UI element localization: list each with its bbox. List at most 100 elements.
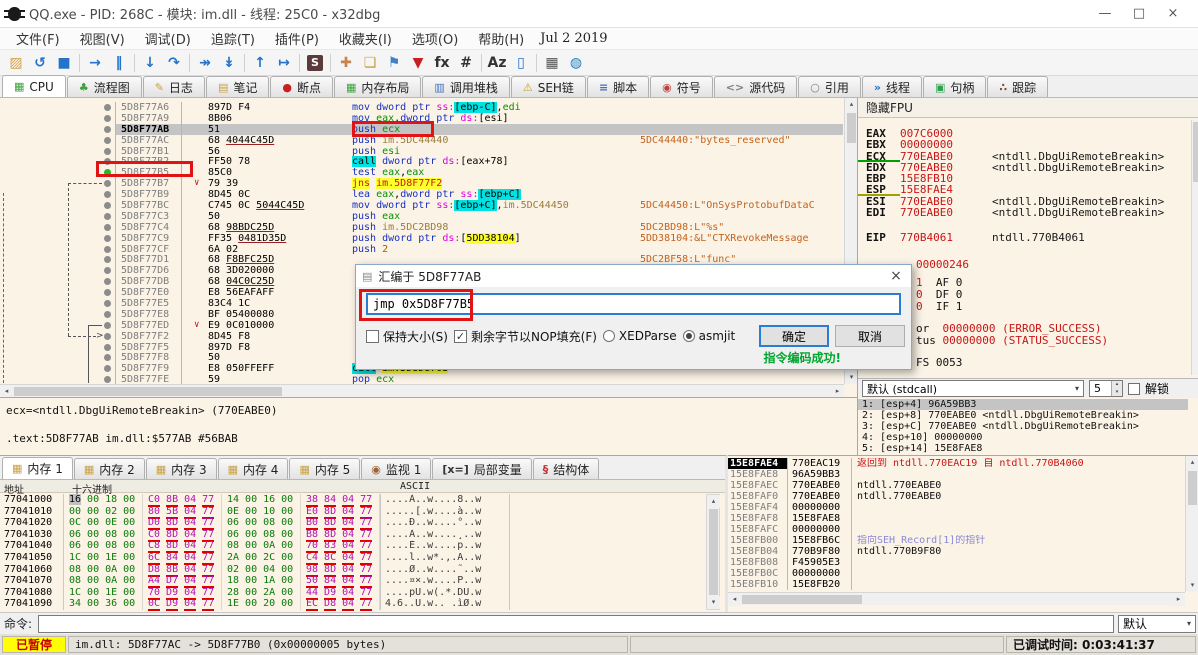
breakpoint-dot[interactable] — [104, 158, 111, 166]
tab-breakpoints[interactable]: ● 断点 — [270, 76, 333, 97]
menu-item[interactable]: 追踪(T) — [201, 27, 265, 50]
register-row[interactable]: EBX 00000000 — [858, 139, 1188, 151]
nop-fill-option[interactable]: ✓ 剩余字节以NOP填充(F) — [453, 328, 597, 345]
asmjit-radio-selected[interactable] — [682, 330, 695, 342]
disasm-row[interactable]: 5D8F77C9 FF35 0481D35D push dword ptr ds:[… — [0, 232, 843, 244]
tab-dump-2[interactable]: ▦ 内存 2 — [73, 458, 145, 479]
scroll-thumb[interactable] — [14, 387, 282, 396]
stop-button[interactable]: ■ — [52, 52, 76, 74]
preferences-globe-button[interactable]: ◍ — [564, 52, 588, 74]
disasm-row[interactable]: 5D8F77BC C745 0C 5044C45D mov dword ptr ss… — [0, 200, 843, 211]
disasm-row[interactable]: 5D8F77B5 85C0 test eax,eax — [0, 167, 843, 178]
pause-button[interactable]: ‖ — [107, 52, 131, 74]
labels-button[interactable]: ⚑ — [382, 52, 406, 74]
disasm-row[interactable]: 5D8F77AB 51 push ecx — [0, 123, 843, 135]
breakpoint-dot[interactable] — [104, 376, 111, 384]
stack-row[interactable]: 15E8FAF0 770EABE0 ntdll.770EABE0 — [728, 491, 1184, 502]
breakpoint-dot[interactable] — [104, 147, 111, 155]
spin-down-icon[interactable]: ▾ — [1112, 388, 1122, 396]
scroll-down-icon[interactable]: ▾ — [707, 596, 720, 609]
command-profile-select[interactable]: 默认 ▾ — [1118, 614, 1196, 633]
functions-button[interactable]: fx — [430, 52, 454, 74]
disasm-row[interactable]: 5D8F77A6 897D F4 mov dword ptr ss:[ebp-C],… — [0, 102, 843, 113]
tab-watch-1[interactable]: ◉ 监视 1 — [361, 458, 432, 479]
command-input[interactable] — [38, 614, 1114, 633]
memory-vscrollbar[interactable]: ▴ ▾ — [706, 494, 720, 610]
modules-button[interactable]: ▯ — [509, 52, 533, 74]
cancel-button[interactable]: 取消 — [835, 325, 905, 347]
stack-vscrollbar[interactable]: ▴ ▾ — [1185, 456, 1198, 592]
memory-row[interactable]: 77041030 06 00 08 00 C0 8D 04 77 06 00 08 00 B8 8D 04 77… — [0, 528, 510, 542]
stack-arg-row[interactable]: 4: [esp+10] 00000000 — [858, 432, 1188, 443]
menu-item[interactable]: 文件(F) — [6, 27, 70, 50]
step-into-source-button[interactable]: ↡ — [217, 52, 241, 74]
stack-row[interactable]: 15E8FB10 15E8FB20 — [728, 579, 1184, 590]
stack-arg-row[interactable]: 5: [esp+14] 15E8FAE8 — [858, 443, 1188, 454]
disasm-row[interactable]: 5D8F77B2 FF50 78 call dword ptr ds:[eax+78… — [0, 156, 843, 167]
ok-button[interactable]: 确定 — [759, 325, 829, 347]
memory-row[interactable]: 77041050 1C 00 1E 00 6C 84 04 77 2A 00 2C 00 C4 8C 04 77… — [0, 551, 510, 565]
maximize-button[interactable]: □ — [1122, 6, 1156, 21]
stack-hscrollbar[interactable]: ◂ ▸ — [728, 592, 1185, 606]
memory-row[interactable]: 77041040 06 00 08 00 C8 8D 04 77 08 00 0A 00 70 83 04 77… — [0, 540, 510, 554]
scroll-thumb[interactable] — [847, 113, 856, 143]
script-debug-button[interactable]: S — [303, 52, 327, 74]
tab-references[interactable]: ○ 引用 — [798, 76, 861, 97]
tab-struct[interactable]: § 结构体 — [532, 458, 600, 479]
hide-fpu-button[interactable]: 隐藏FPU — [858, 98, 1198, 118]
stack-row[interactable]: 15E8FAF4 00000000 — [728, 502, 1184, 513]
dialog-titlebar[interactable]: ▤ 汇编于 5D8F77AB × — [356, 265, 911, 287]
breakpoint-dot[interactable] — [104, 343, 111, 351]
scroll-down-icon[interactable]: ▾ — [845, 371, 857, 384]
scroll-up-icon[interactable]: ▴ — [845, 98, 857, 111]
calculator-button[interactable]: ▦ — [540, 52, 564, 74]
scroll-left-icon[interactable]: ◂ — [728, 593, 741, 606]
menu-item[interactable]: 视图(V) — [70, 27, 135, 50]
scroll-thumb[interactable] — [1193, 122, 1198, 182]
bookmarks-button[interactable]: ▼ — [406, 52, 430, 74]
comments-button[interactable]: ❏ — [358, 52, 382, 74]
disasm-row[interactable]: 5D8F77B7 ∨ 79 39 jns im.5D8F77F2 — [0, 178, 843, 189]
run-button[interactable]: → — [83, 52, 107, 74]
memory-row[interactable]: 77041080 1C 00 1E 00 70 D9 04 77 28 00 2A 00 44 D9 04 77… — [0, 586, 510, 600]
register-row[interactable]: EIP 770B4061 ntdll.770B4061 — [858, 232, 1188, 244]
assemble-instruction-input[interactable] — [366, 293, 901, 315]
run-to-cursor-button[interactable]: ↠ — [193, 52, 217, 74]
disasm-row[interactable]: 5D8F77A9 8B06 mov eax,dword ptr ds:[esi] — [0, 112, 843, 124]
breakpoint-dot[interactable] — [104, 136, 111, 144]
scroll-thumb[interactable] — [742, 595, 862, 604]
menu-item[interactable]: 插件(P) — [265, 27, 329, 50]
menu-item[interactable]: 选项(O) — [402, 27, 468, 50]
breakpoint-dot[interactable] — [104, 104, 111, 111]
run-to-user-code-button[interactable]: ↦ — [272, 52, 296, 74]
disasm-row[interactable]: 5D8F77C3 50 push eax — [0, 210, 843, 222]
stack-row[interactable]: 15E8FAE8 96A59BB3 — [728, 469, 1184, 480]
nop-fill-checkbox-checked[interactable]: ✓ — [453, 329, 467, 343]
tab-dump-1[interactable]: ▦ 内存 1 — [2, 457, 73, 479]
stack-row[interactable]: 15E8FAE4 770EAC19 返回到 ntdll.770EAC19 自 ntd… — [728, 458, 1184, 469]
scroll-up-icon[interactable]: ▴ — [1186, 456, 1198, 469]
tab-threads[interactable]: » 线程 — [861, 76, 922, 97]
stack-row[interactable]: 15E8FAEC 770EABE0 ntdll.770EABE0 — [728, 480, 1184, 491]
keep-size-checkbox[interactable] — [366, 329, 379, 343]
scroll-thumb[interactable] — [709, 509, 718, 595]
breakpoint-dot[interactable] — [104, 354, 111, 362]
stack-row[interactable]: 15E8FB00 15E8FB6C 指向SEH_Record[1]的指针 — [728, 535, 1184, 546]
tab-dump-3[interactable]: ▦ 内存 3 — [145, 458, 217, 479]
disasm-row[interactable]: 5D8F77B1 56 push esi — [0, 145, 843, 157]
step-out-button[interactable]: ↑ — [248, 52, 272, 74]
register-row[interactable]: EDI 770EABE0 <ntdll.DbgUiRemoteBreakin> — [858, 207, 1188, 219]
calling-convention-select[interactable]: 默认 (stdcall) ▾ — [862, 380, 1084, 397]
unlock-checkbox[interactable] — [1128, 382, 1140, 395]
keep-size-option[interactable]: 保持大小(S) — [366, 328, 448, 345]
tab-script[interactable]: ≡ 脚本 — [586, 76, 650, 97]
stack-row[interactable]: 15E8FB0C 00000000 — [728, 568, 1184, 579]
breakpoint-dot[interactable] — [104, 212, 111, 220]
xedparse-radio[interactable] — [602, 330, 615, 342]
menu-item[interactable]: 帮助(H) — [468, 27, 534, 50]
breakpoint-dot[interactable] — [104, 289, 111, 297]
breakpoint-dot[interactable] — [104, 278, 111, 286]
tab-notes[interactable]: ▤ 笔记 — [205, 76, 270, 97]
tab-seh-chain[interactable]: ⚠ SEH链 — [510, 76, 586, 97]
registers-vscrollbar[interactable] — [1191, 120, 1198, 375]
